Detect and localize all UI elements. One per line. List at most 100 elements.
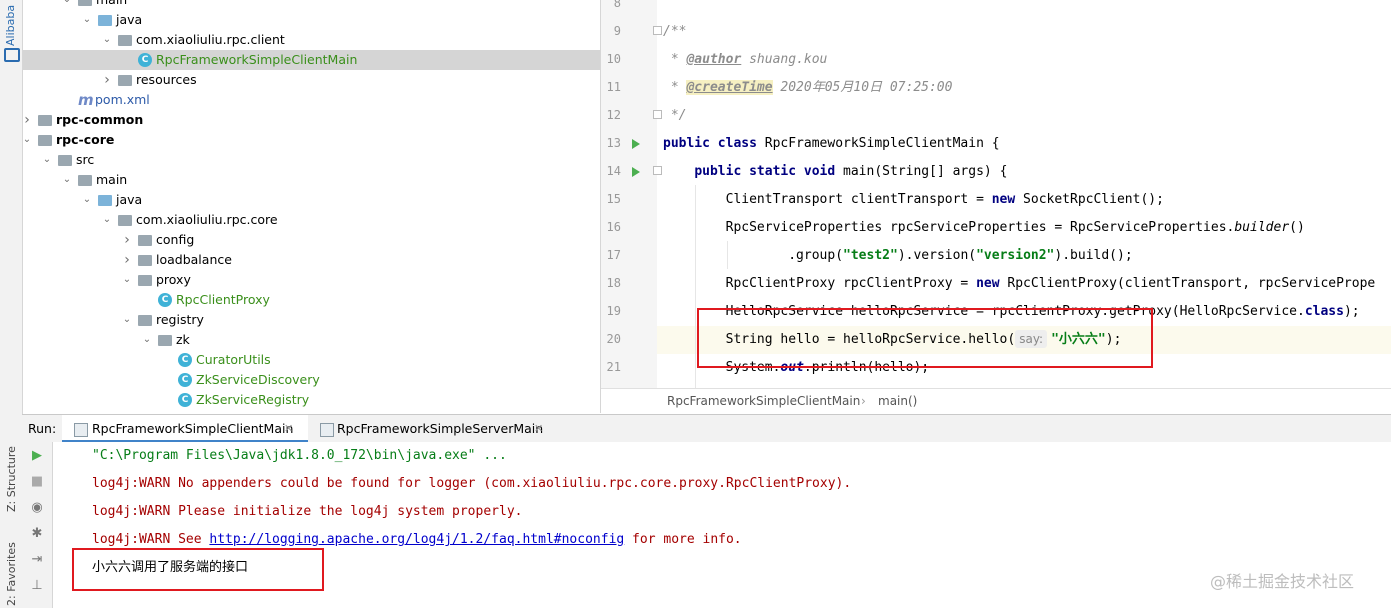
code-line-17: .group("test2").version("version2").buil… [663,242,1132,270]
code-line-11: * @createTime 2020年05月10日 07:25:00 [663,80,953,95]
tree-item[interactable]: ⌄ main [23,0,600,10]
code-line-16: RpcServiceProperties rpcServicePropertie… [663,214,1305,242]
code-text: RpcServiceProperties rpcServicePropertie… [725,220,1235,235]
breadcrumb-class[interactable]: RpcFrameworkSimpleClientMain [667,389,860,414]
code-line-10: * @author shuang.kou [663,52,828,67]
tree-item[interactable]: › rpc-common [23,110,600,130]
tree-item[interactable]: ⌄ src [23,150,600,170]
run-gutter-icon[interactable] [632,167,640,177]
stop-icon[interactable]: ■ [27,472,47,492]
tree-item[interactable]: ⌄ java [23,10,600,30]
tree-item[interactable]: › loadbalance [23,250,600,270]
breadcrumb-method[interactable]: main() [878,389,917,414]
chevron-down-icon[interactable]: ⌄ [122,270,132,290]
run-tool-window-header: Run: RpcFrameworkSimpleClientMain ✕ RpcF… [22,414,1391,444]
tree-item-label: main [96,172,128,187]
tree-item[interactable]: C RpcClientProxy [23,290,600,310]
folder-icon [78,175,92,186]
chevron-down-icon[interactable]: ⌄ [102,30,112,50]
tree-item-label: config [156,232,195,247]
code-line-12: */ [663,108,687,123]
createtime-value: 2020年05月10日 07:25:00 [772,80,953,95]
favorites-tool-tab[interactable]: 2: Favorites [5,542,18,606]
settings-icon[interactable]: ✱ [27,524,47,544]
code-line-18: RpcClientProxy rpcClientProxy = new RpcC… [725,276,1376,291]
close-icon[interactable]: ✕ [534,415,543,443]
tree-item-label: com.xiaoliuliu.rpc.core [136,212,278,227]
code-line-13: public class RpcFrameworkSimpleClientMai… [663,136,1000,151]
tree-item[interactable]: ⌄ zk [23,330,600,350]
tree-item-label: rpc-common [56,112,144,127]
tree-item-label: loadbalance [156,252,232,267]
chevron-right-icon[interactable]: › [23,110,32,130]
chevron-down-icon[interactable]: ⌄ [62,170,72,190]
chevron-down-icon[interactable]: ⌄ [23,130,32,150]
maven-icon: m [78,91,94,109]
code-text: ).version( [897,248,977,263]
module-icon [38,135,52,146]
line-number: 13 [606,136,621,150]
chevron-down-icon[interactable]: ⌄ [142,330,152,350]
folder-icon [78,0,92,6]
createtime-doctag: @createTime [686,80,773,95]
package-icon [158,335,172,346]
chevron-right-icon[interactable]: › [122,250,132,270]
tree-item-label: CuratorUtils [196,352,271,367]
line-number: 16 [606,220,621,234]
chevron-down-icon[interactable]: ⌄ [122,310,132,330]
folder-icon [58,155,72,166]
chevron-down-icon[interactable]: ⌄ [102,210,112,230]
line-number: 8 [613,0,621,10]
line-number: 17 [606,248,621,262]
tree-item[interactable]: ⌄ proxy [23,270,600,290]
class-icon: C [178,393,192,407]
structure-tool-tab[interactable]: Z: Structure [5,446,18,512]
run-gutter-icon[interactable] [632,139,640,149]
close-icon[interactable]: ✕ [284,415,293,443]
tree-item[interactable]: C ZkServiceRegistry [23,390,600,410]
tree-item[interactable]: ⌄ com.xiaoliuliu.rpc.core [23,210,600,230]
rerun-icon[interactable]: ▶ [27,446,47,466]
tree-item[interactable]: ⌄ java [23,190,600,210]
code-text: RpcClientProxy(clientTransport, rpcServi… [999,276,1376,291]
chevron-right-icon[interactable]: › [122,230,132,250]
tree-item-label: zk [176,332,190,347]
source-folder-icon [98,195,112,206]
module-icon [38,115,52,126]
tree-item[interactable]: m pom.xml [23,90,600,110]
chevron-down-icon[interactable]: ⌄ [82,10,92,30]
package-icon [138,315,152,326]
alibaba-tool-tab[interactable]: Alibaba [4,5,17,46]
highlight-box-code [697,308,1153,368]
line-number: 15 [606,192,621,206]
tree-item[interactable]: ⌄ rpc-core [23,130,600,150]
package-icon [138,255,152,266]
tree-item[interactable]: › config [23,230,600,250]
watermark: @稀土掘金技术社区 [1210,572,1355,591]
camera-icon[interactable]: ◉ [27,498,47,518]
tree-item[interactable]: › resources [23,70,600,90]
tree-item[interactable]: ⌄ registry [23,310,600,330]
tree-item[interactable]: ⌄ com.xiaoliuliu.rpc.client [23,30,600,50]
chevron-right-icon[interactable]: › [102,70,112,90]
run-config-icon [320,423,334,437]
tree-item[interactable]: ⌄ main [23,170,600,190]
package-icon [138,235,152,246]
tree-item-label: ZkServiceDiscovery [196,372,320,387]
chevron-down-icon[interactable]: ⌄ [42,150,52,170]
project-tree: ⌄ main ⌄ java ⌄ com.xiaoliuliu.rpc.client C Rpc… [23,0,600,413]
chevron-down-icon[interactable]: ⌄ [82,190,92,210]
package-icon [118,215,132,226]
pin-icon[interactable]: ⊥ [27,576,47,596]
tree-item[interactable]: C RpcFrameworkSimpleClientMain [23,50,600,70]
tree-item[interactable]: C CuratorUtils [23,350,600,370]
alibaba-icon [4,48,20,62]
tree-item-label: rpc-core [56,132,115,147]
tab-server-main[interactable]: RpcFrameworkSimpleServerMain ✕ [312,415,552,443]
log4j-faq-link[interactable]: http://logging.apache.org/log4j/1.2/faq.… [209,532,624,547]
tab-client-main[interactable]: RpcFrameworkSimpleClientMain ✕ [62,415,308,443]
chevron-down-icon[interactable]: ⌄ [62,0,72,10]
tree-item[interactable]: C ZkServiceDiscovery [23,370,600,390]
code-line-15: ClientTransport clientTransport = new So… [725,192,1164,207]
exit-icon[interactable]: ⇥ [27,550,47,570]
